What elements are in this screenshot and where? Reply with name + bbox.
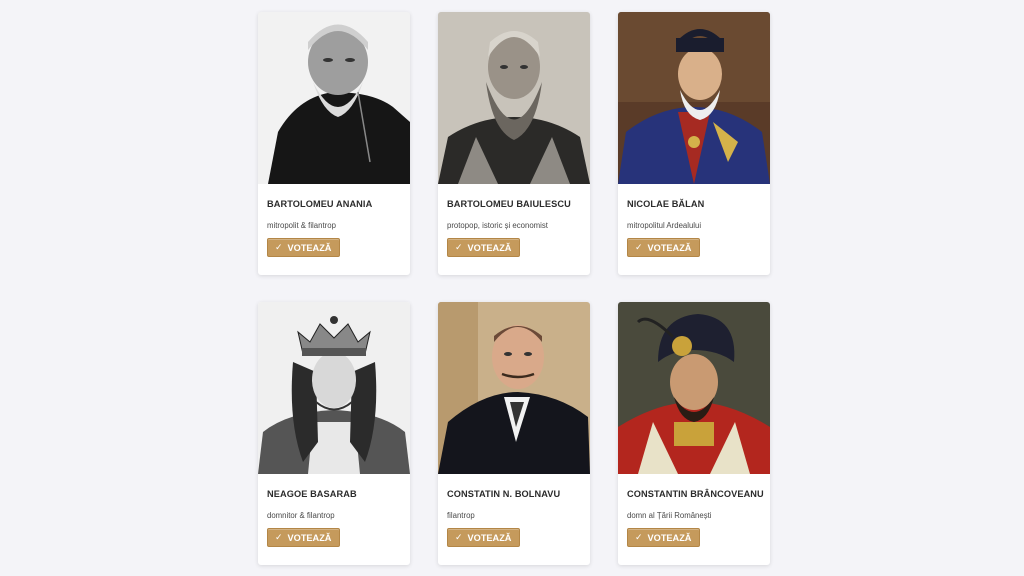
portrait-image bbox=[258, 12, 410, 184]
candidate-description: domnitor & filantrop bbox=[267, 511, 335, 520]
candidate-name: CONSTANTIN BRÂNCOVEANU bbox=[627, 489, 764, 499]
vote-button[interactable]: ✓ VOTEAZĂ bbox=[267, 528, 341, 547]
vote-button-label: VOTEAZĂ bbox=[467, 532, 512, 543]
check-icon: ✓ bbox=[275, 242, 283, 252]
portrait-image bbox=[438, 302, 590, 474]
candidate-card: BARTOLOMEU ANANIA mitropolit & filantrop… bbox=[258, 12, 410, 275]
portrait-image bbox=[618, 12, 770, 184]
vote-button-label: VOTEAZĂ bbox=[647, 532, 692, 543]
candidate-name: CONSTATIN N. BOLNAVU bbox=[447, 489, 561, 499]
candidate-name: BARTOLOMEU ANANIA bbox=[267, 199, 373, 209]
vote-button-label: VOTEAZĂ bbox=[287, 532, 332, 543]
portrait-image bbox=[258, 302, 410, 474]
vote-button-label: VOTEAZĂ bbox=[467, 242, 512, 253]
vote-button-label: VOTEAZĂ bbox=[647, 242, 692, 253]
candidate-description: domn al Țării Românești bbox=[627, 511, 712, 520]
portrait-image bbox=[618, 302, 770, 474]
vote-button[interactable]: ✓ VOTEAZĂ bbox=[447, 238, 521, 257]
vote-button[interactable]: ✓ VOTEAZĂ bbox=[627, 528, 701, 547]
portrait-image bbox=[438, 12, 590, 184]
check-icon: ✓ bbox=[275, 532, 283, 542]
candidate-name: NICOLAE BĂLAN bbox=[627, 199, 705, 209]
candidate-description: filantrop bbox=[447, 511, 475, 520]
candidate-card: CONSTATIN N. BOLNAVU filantrop ✓ VOTEAZĂ bbox=[438, 302, 590, 565]
vote-button[interactable]: ✓ VOTEAZĂ bbox=[447, 528, 521, 547]
check-icon: ✓ bbox=[455, 532, 463, 542]
candidate-name: BARTOLOMEU BAIULESCU bbox=[447, 199, 571, 209]
candidate-card: BARTOLOMEU BAIULESCU protopop, istoric ș… bbox=[438, 12, 590, 275]
check-icon: ✓ bbox=[455, 242, 463, 252]
candidate-description: mitropolit & filantrop bbox=[267, 221, 336, 230]
vote-button[interactable]: ✓ VOTEAZĂ bbox=[627, 238, 701, 257]
candidates-grid: BARTOLOMEU ANANIA mitropolit & filantrop… bbox=[258, 12, 770, 565]
candidate-card: CONSTANTIN BRÂNCOVEANU domn al Țării Rom… bbox=[618, 302, 770, 565]
candidate-description: mitropolitul Ardealului bbox=[627, 221, 702, 230]
candidate-name: NEAGOE BASARAB bbox=[267, 489, 357, 499]
check-icon: ✓ bbox=[635, 532, 643, 542]
check-icon: ✓ bbox=[635, 242, 643, 252]
candidate-description: protopop, istoric și economist bbox=[447, 221, 548, 230]
candidate-card: NEAGOE BASARAB domnitor & filantrop ✓ VO… bbox=[258, 302, 410, 565]
candidate-card: NICOLAE BĂLAN mitropolitul Ardealului ✓ … bbox=[618, 12, 770, 275]
vote-button-label: VOTEAZĂ bbox=[287, 242, 332, 253]
vote-button[interactable]: ✓ VOTEAZĂ bbox=[267, 238, 341, 257]
